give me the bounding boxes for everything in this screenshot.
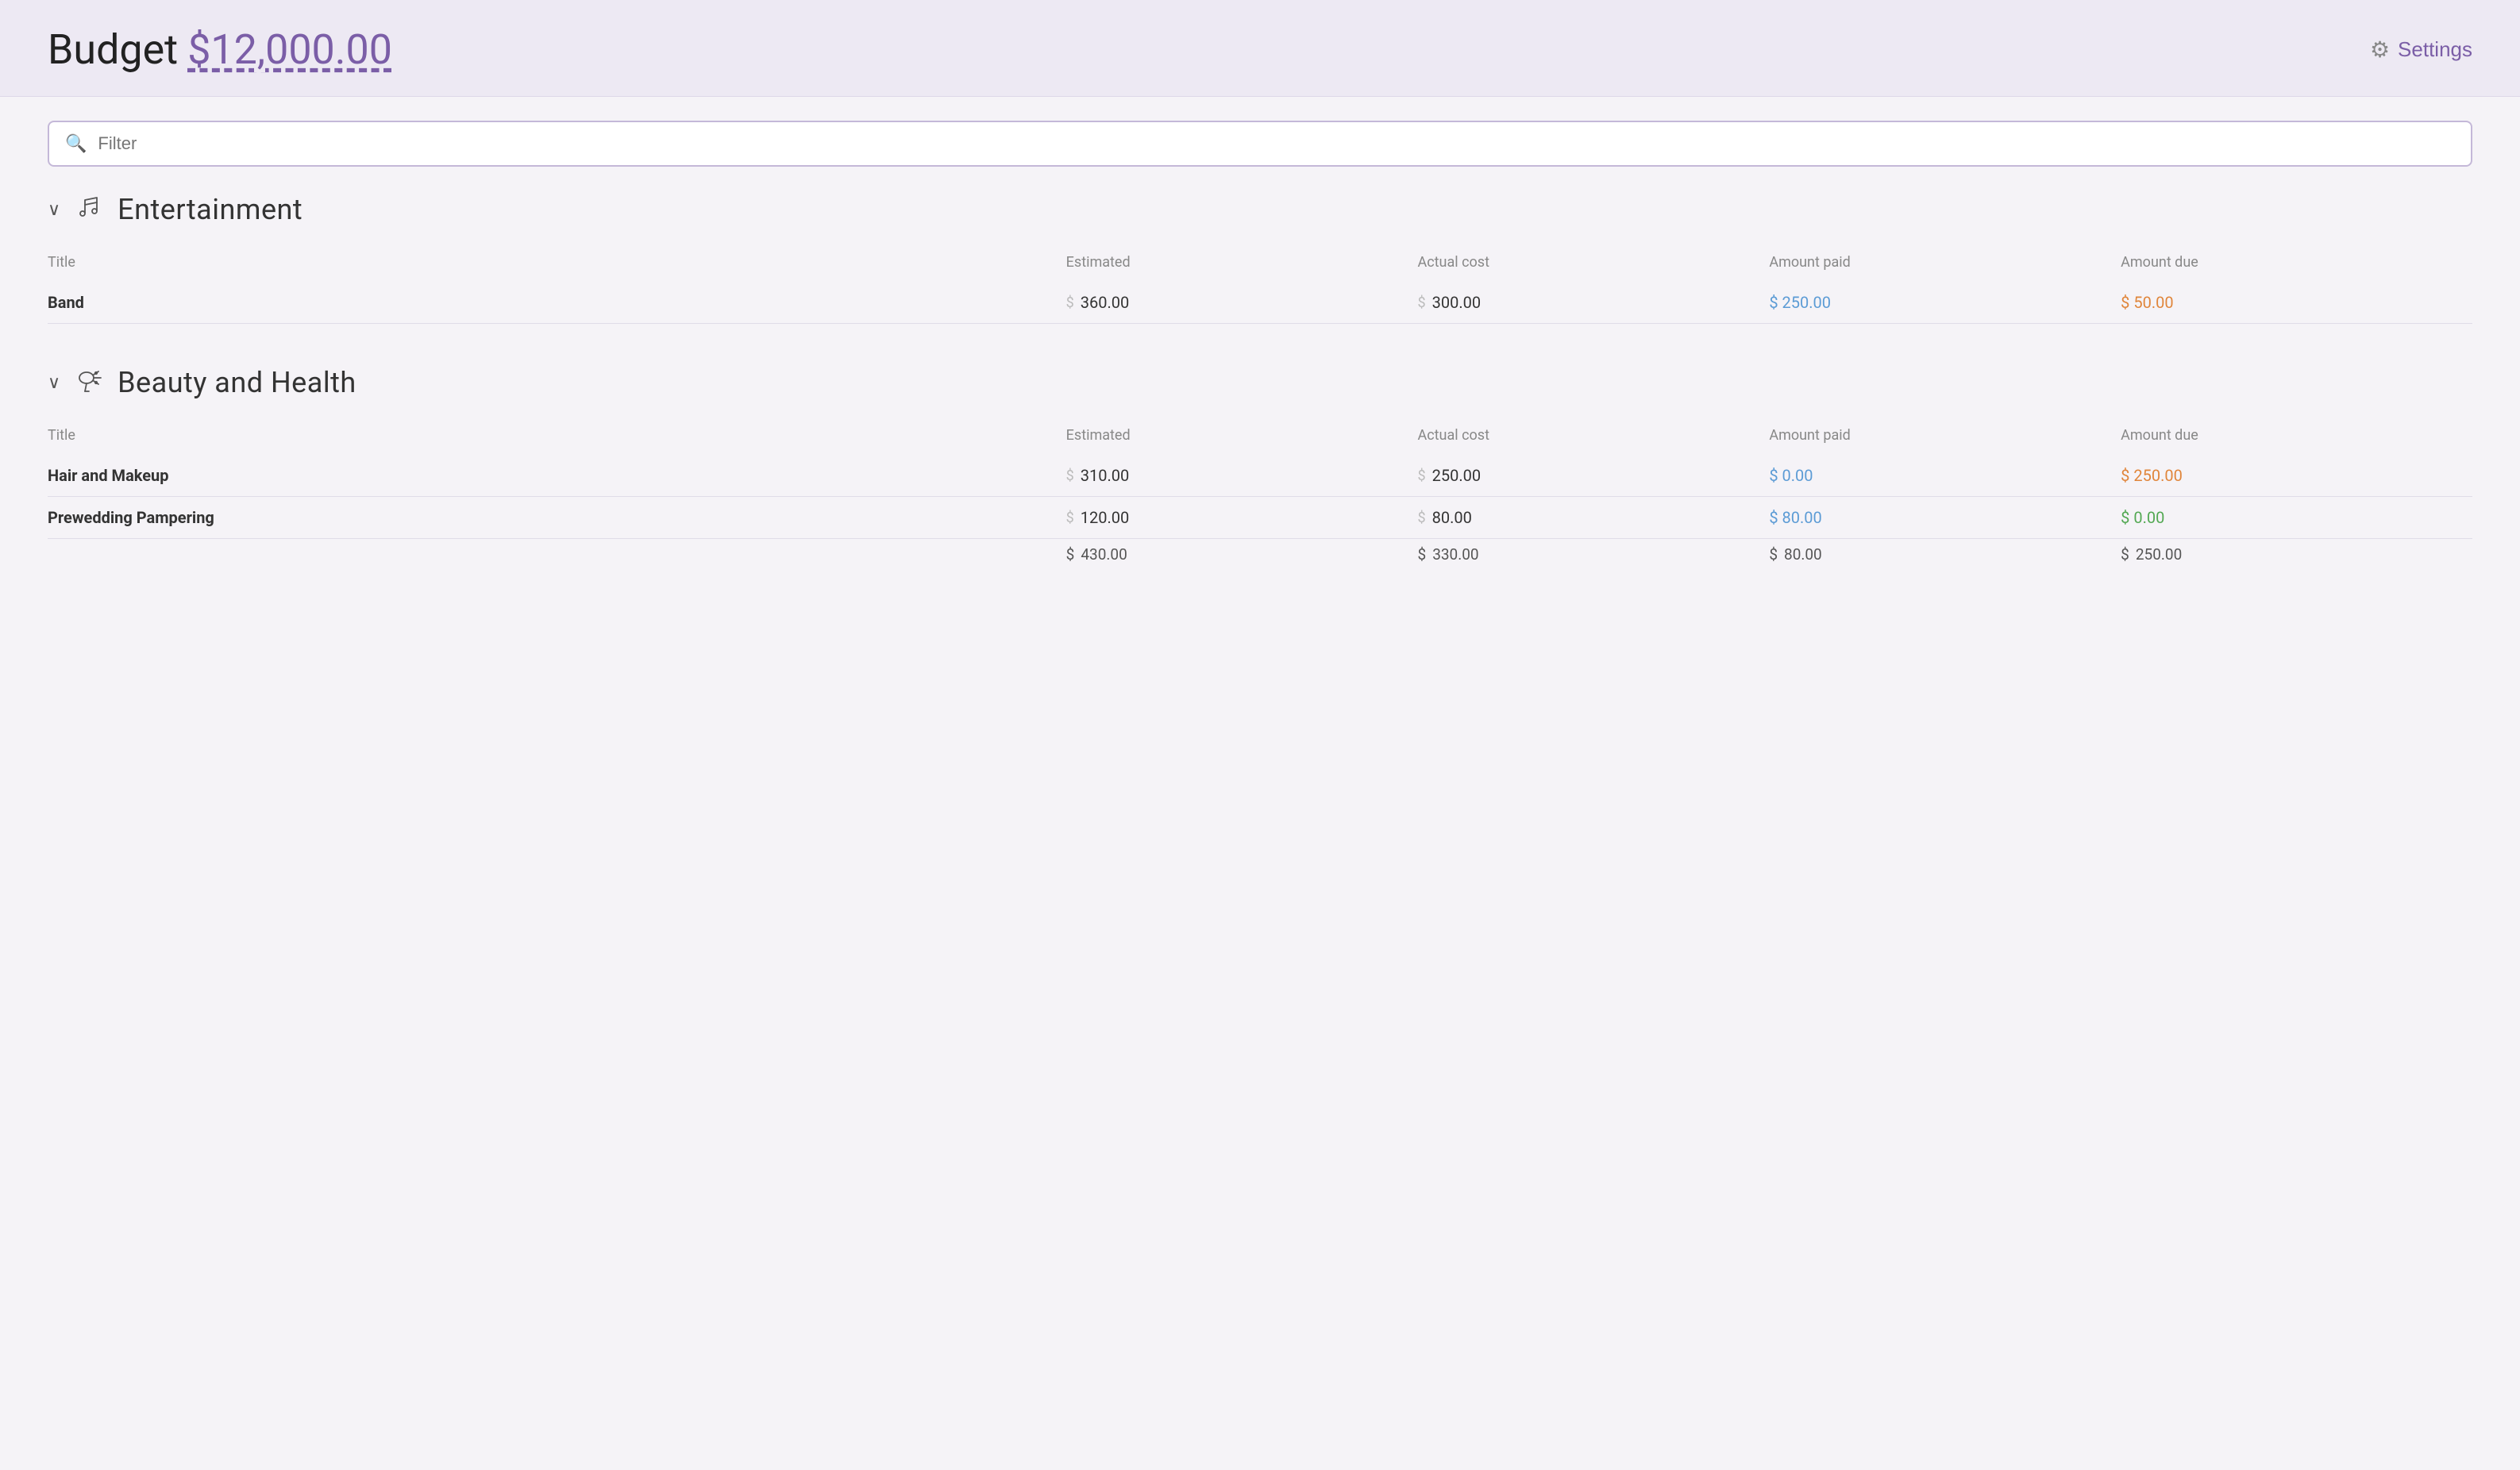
category-header-beauty-health: ∨ Beauty and Health xyxy=(48,364,2472,402)
entertainment-col-estimated: Estimated xyxy=(1066,248,1418,282)
total-due: $ 250.00 xyxy=(2121,545,2472,564)
dollar-icon: $ xyxy=(1418,545,1427,564)
dollar-icon: $ xyxy=(2121,545,2129,564)
dollar-icon: $ xyxy=(1418,468,1426,484)
budget-title-container: Budget $12,000.00 xyxy=(48,25,392,74)
beauty-health-category-name: Beauty and Health xyxy=(118,366,356,399)
entertainment-table: Title Estimated Actual cost Amount paid … xyxy=(48,248,2472,324)
actual-cell: $ 300.00 xyxy=(1418,293,1770,312)
item-title: Band xyxy=(48,282,1066,324)
chevron-down-icon[interactable]: ∨ xyxy=(48,373,60,393)
entertainment-col-title: Title xyxy=(48,248,1066,282)
category-header-entertainment: ∨ Entertainment xyxy=(48,190,2472,229)
totals-row: $ 430.00 $ 330.00 $ 80.00 xyxy=(48,539,2472,575)
table-row: Hair and Makeup $ 310.00 $ 250.00 xyxy=(48,455,2472,497)
item-title: Prewedding Pampering xyxy=(48,497,1066,539)
filter-container: 🔍 xyxy=(48,121,2472,167)
beauty-col-due: Amount due xyxy=(2121,421,2472,455)
budget-label: Budget xyxy=(48,25,178,74)
hairdryer-icon xyxy=(73,364,105,402)
category-section-beauty-health: ∨ Beauty and Health xyxy=(48,364,2472,575)
search-icon: 🔍 xyxy=(65,134,87,154)
estimated-value: 360.00 xyxy=(1081,293,1129,312)
beauty-col-paid: Amount paid xyxy=(1769,421,2121,455)
due-value: $ 250.00 xyxy=(2121,466,2183,485)
filter-input[interactable] xyxy=(98,133,2455,154)
actual-value: 80.00 xyxy=(1432,508,1472,527)
total-estimated: $ 430.00 xyxy=(1066,545,1418,564)
total-actual: $ 330.00 xyxy=(1418,545,1770,564)
estimated-value: 120.00 xyxy=(1081,508,1129,527)
filter-input-wrapper: 🔍 xyxy=(48,121,2472,167)
budget-amount[interactable]: $12,000.00 xyxy=(187,25,392,74)
actual-value: 300.00 xyxy=(1432,293,1481,312)
table-row: Band $ 360.00 $ 300.00 $ xyxy=(48,282,2472,324)
paid-value: $ 250.00 xyxy=(1769,293,1831,312)
total-paid: $ 80.00 xyxy=(1769,545,2121,564)
main-content: 🔍 ∨ Entertainment xyxy=(0,97,2520,638)
chevron-down-icon[interactable]: ∨ xyxy=(48,200,60,220)
actual-value: 250.00 xyxy=(1432,466,1481,485)
dollar-icon: $ xyxy=(1418,294,1426,311)
beauty-col-estimated: Estimated xyxy=(1066,421,1418,455)
beauty-health-table: Title Estimated Actual cost Amount paid … xyxy=(48,421,2472,575)
gear-icon: ⚙ xyxy=(2370,37,2390,63)
actual-cell: $ 250.00 xyxy=(1418,466,1770,485)
category-section-entertainment: ∨ Entertainment Title Estimated xyxy=(48,190,2472,324)
paid-value: $ 0.00 xyxy=(1769,466,1813,485)
entertainment-col-due: Amount due xyxy=(2121,248,2472,282)
due-value: $ 0.00 xyxy=(2121,508,2164,527)
dollar-icon: $ xyxy=(1066,468,1074,484)
entertainment-col-actual: Actual cost xyxy=(1418,248,1770,282)
due-value: $ 50.00 xyxy=(2121,293,2173,312)
estimated-cell: $ 360.00 xyxy=(1066,293,1418,312)
paid-value: $ 80.00 xyxy=(1769,508,1821,527)
dollar-icon: $ xyxy=(1418,510,1426,526)
settings-button[interactable]: ⚙ Settings xyxy=(2370,37,2472,63)
dollar-icon: $ xyxy=(1066,545,1075,564)
dollar-icon: $ xyxy=(1769,545,1778,564)
entertainment-col-paid: Amount paid xyxy=(1769,248,2121,282)
beauty-col-actual: Actual cost xyxy=(1418,421,1770,455)
settings-label: Settings xyxy=(2398,37,2472,62)
page-header: Budget $12,000.00 ⚙ Settings xyxy=(0,0,2520,97)
entertainment-category-name: Entertainment xyxy=(118,193,302,226)
dollar-icon: $ xyxy=(1066,294,1074,311)
item-title: Hair and Makeup xyxy=(48,455,1066,497)
estimated-value: 310.00 xyxy=(1081,466,1129,485)
actual-cell: $ 80.00 xyxy=(1418,508,1770,527)
estimated-cell: $ 120.00 xyxy=(1066,508,1418,527)
beauty-col-title: Title xyxy=(48,421,1066,455)
music-icon xyxy=(73,190,105,229)
dollar-icon: $ xyxy=(1066,510,1074,526)
table-row: Prewedding Pampering $ 120.00 $ 80.00 xyxy=(48,497,2472,539)
estimated-cell: $ 310.00 xyxy=(1066,466,1418,485)
